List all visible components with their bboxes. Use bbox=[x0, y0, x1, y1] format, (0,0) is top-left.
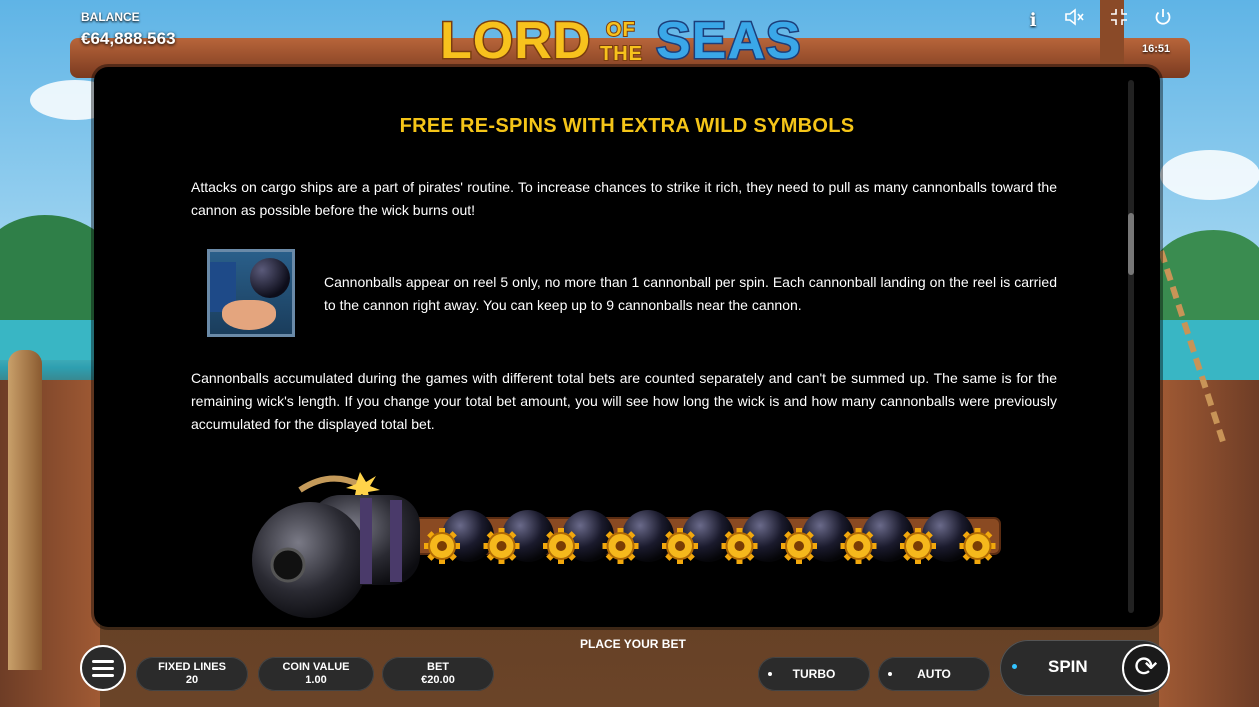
turbo-indicator bbox=[768, 672, 772, 676]
cannonball-rules-paragraph: Cannonballs appear on reel 5 only, no mo… bbox=[324, 274, 1057, 313]
menu-icon-line bbox=[92, 660, 114, 663]
gear-icon bbox=[959, 528, 996, 564]
bet-value: €20.00 bbox=[421, 674, 455, 686]
fixed-lines-label: FIXED LINES bbox=[158, 661, 226, 673]
turbo-toggle[interactable]: TURBO bbox=[758, 657, 870, 691]
coin-value-value: 1.00 bbox=[305, 674, 327, 686]
spin-refresh-icon[interactable]: ⟳ bbox=[1122, 644, 1170, 692]
menu-icon-line bbox=[92, 667, 114, 670]
cannon-body bbox=[252, 502, 368, 618]
scroll-thumb[interactable] bbox=[1128, 213, 1134, 275]
coin-value-selector[interactable]: COIN VALUE 1.00 bbox=[258, 657, 374, 691]
bet-selector[interactable]: BET €20.00 bbox=[382, 657, 494, 691]
fixed-lines-display[interactable]: FIXED LINES 20 bbox=[136, 657, 248, 691]
logo-lord: LORD bbox=[440, 12, 591, 68]
power-icon[interactable] bbox=[1150, 8, 1176, 34]
logo-the: THE bbox=[600, 43, 643, 65]
fixed-lines-value: 20 bbox=[185, 674, 199, 686]
gear-icon bbox=[781, 528, 817, 564]
cannonball-symbol-image bbox=[207, 249, 295, 337]
gear-icon bbox=[543, 528, 579, 564]
gear-icon bbox=[424, 528, 460, 564]
gear-icon bbox=[662, 528, 698, 564]
gear-icon bbox=[602, 528, 639, 564]
menu-button[interactable] bbox=[80, 645, 126, 691]
gear-icon bbox=[483, 528, 520, 564]
scrollbar[interactable] bbox=[1128, 80, 1134, 613]
fullscreen-icon[interactable] bbox=[1106, 8, 1132, 34]
gear-icon bbox=[721, 528, 758, 564]
bet-label: BET bbox=[427, 661, 449, 673]
cannonball bbox=[250, 258, 290, 298]
clock: 16:51 bbox=[1142, 43, 1171, 55]
gear-icon bbox=[840, 528, 877, 564]
place-your-bet-text: PLACE YOUR BET bbox=[580, 637, 686, 651]
cannon-muzzle bbox=[270, 547, 306, 583]
auto-label: AUTO bbox=[917, 667, 951, 681]
auto-button[interactable]: AUTO bbox=[878, 657, 990, 691]
turbo-label: TURBO bbox=[792, 667, 836, 681]
spin-label[interactable]: SPIN bbox=[1048, 657, 1088, 677]
cannon-band bbox=[390, 500, 402, 582]
cannon-illustration bbox=[252, 472, 1001, 618]
cloud bbox=[1160, 150, 1259, 200]
accumulation-paragraph: Cannonballs accumulated during the games… bbox=[191, 370, 1057, 432]
balance-label: BALANCE bbox=[81, 10, 140, 24]
spin-indicator bbox=[1012, 664, 1017, 669]
game-logo: LORD OF THE SEAS bbox=[439, 11, 803, 69]
ship-post bbox=[8, 350, 42, 670]
info-icon[interactable]: ℹ bbox=[1020, 8, 1046, 34]
gear-icon bbox=[900, 528, 936, 564]
coin-value-label: COIN VALUE bbox=[282, 661, 350, 673]
auto-indicator bbox=[888, 672, 892, 676]
cannon-band bbox=[360, 498, 372, 584]
logo-of: OF bbox=[606, 19, 636, 41]
section-heading: FREE RE-SPINS WITH EXTRA WILD SYMBOLS bbox=[399, 115, 855, 137]
cannonball-row bbox=[442, 510, 974, 562]
intro-paragraph: Attacks on cargo ships are a part of pir… bbox=[191, 179, 1057, 218]
balance-value: €64,888.563 bbox=[81, 29, 176, 48]
hand bbox=[222, 300, 276, 330]
logo-seas: SEAS bbox=[656, 12, 802, 68]
menu-icon-line bbox=[92, 674, 114, 677]
sound-muted-icon[interactable] bbox=[1062, 8, 1088, 34]
